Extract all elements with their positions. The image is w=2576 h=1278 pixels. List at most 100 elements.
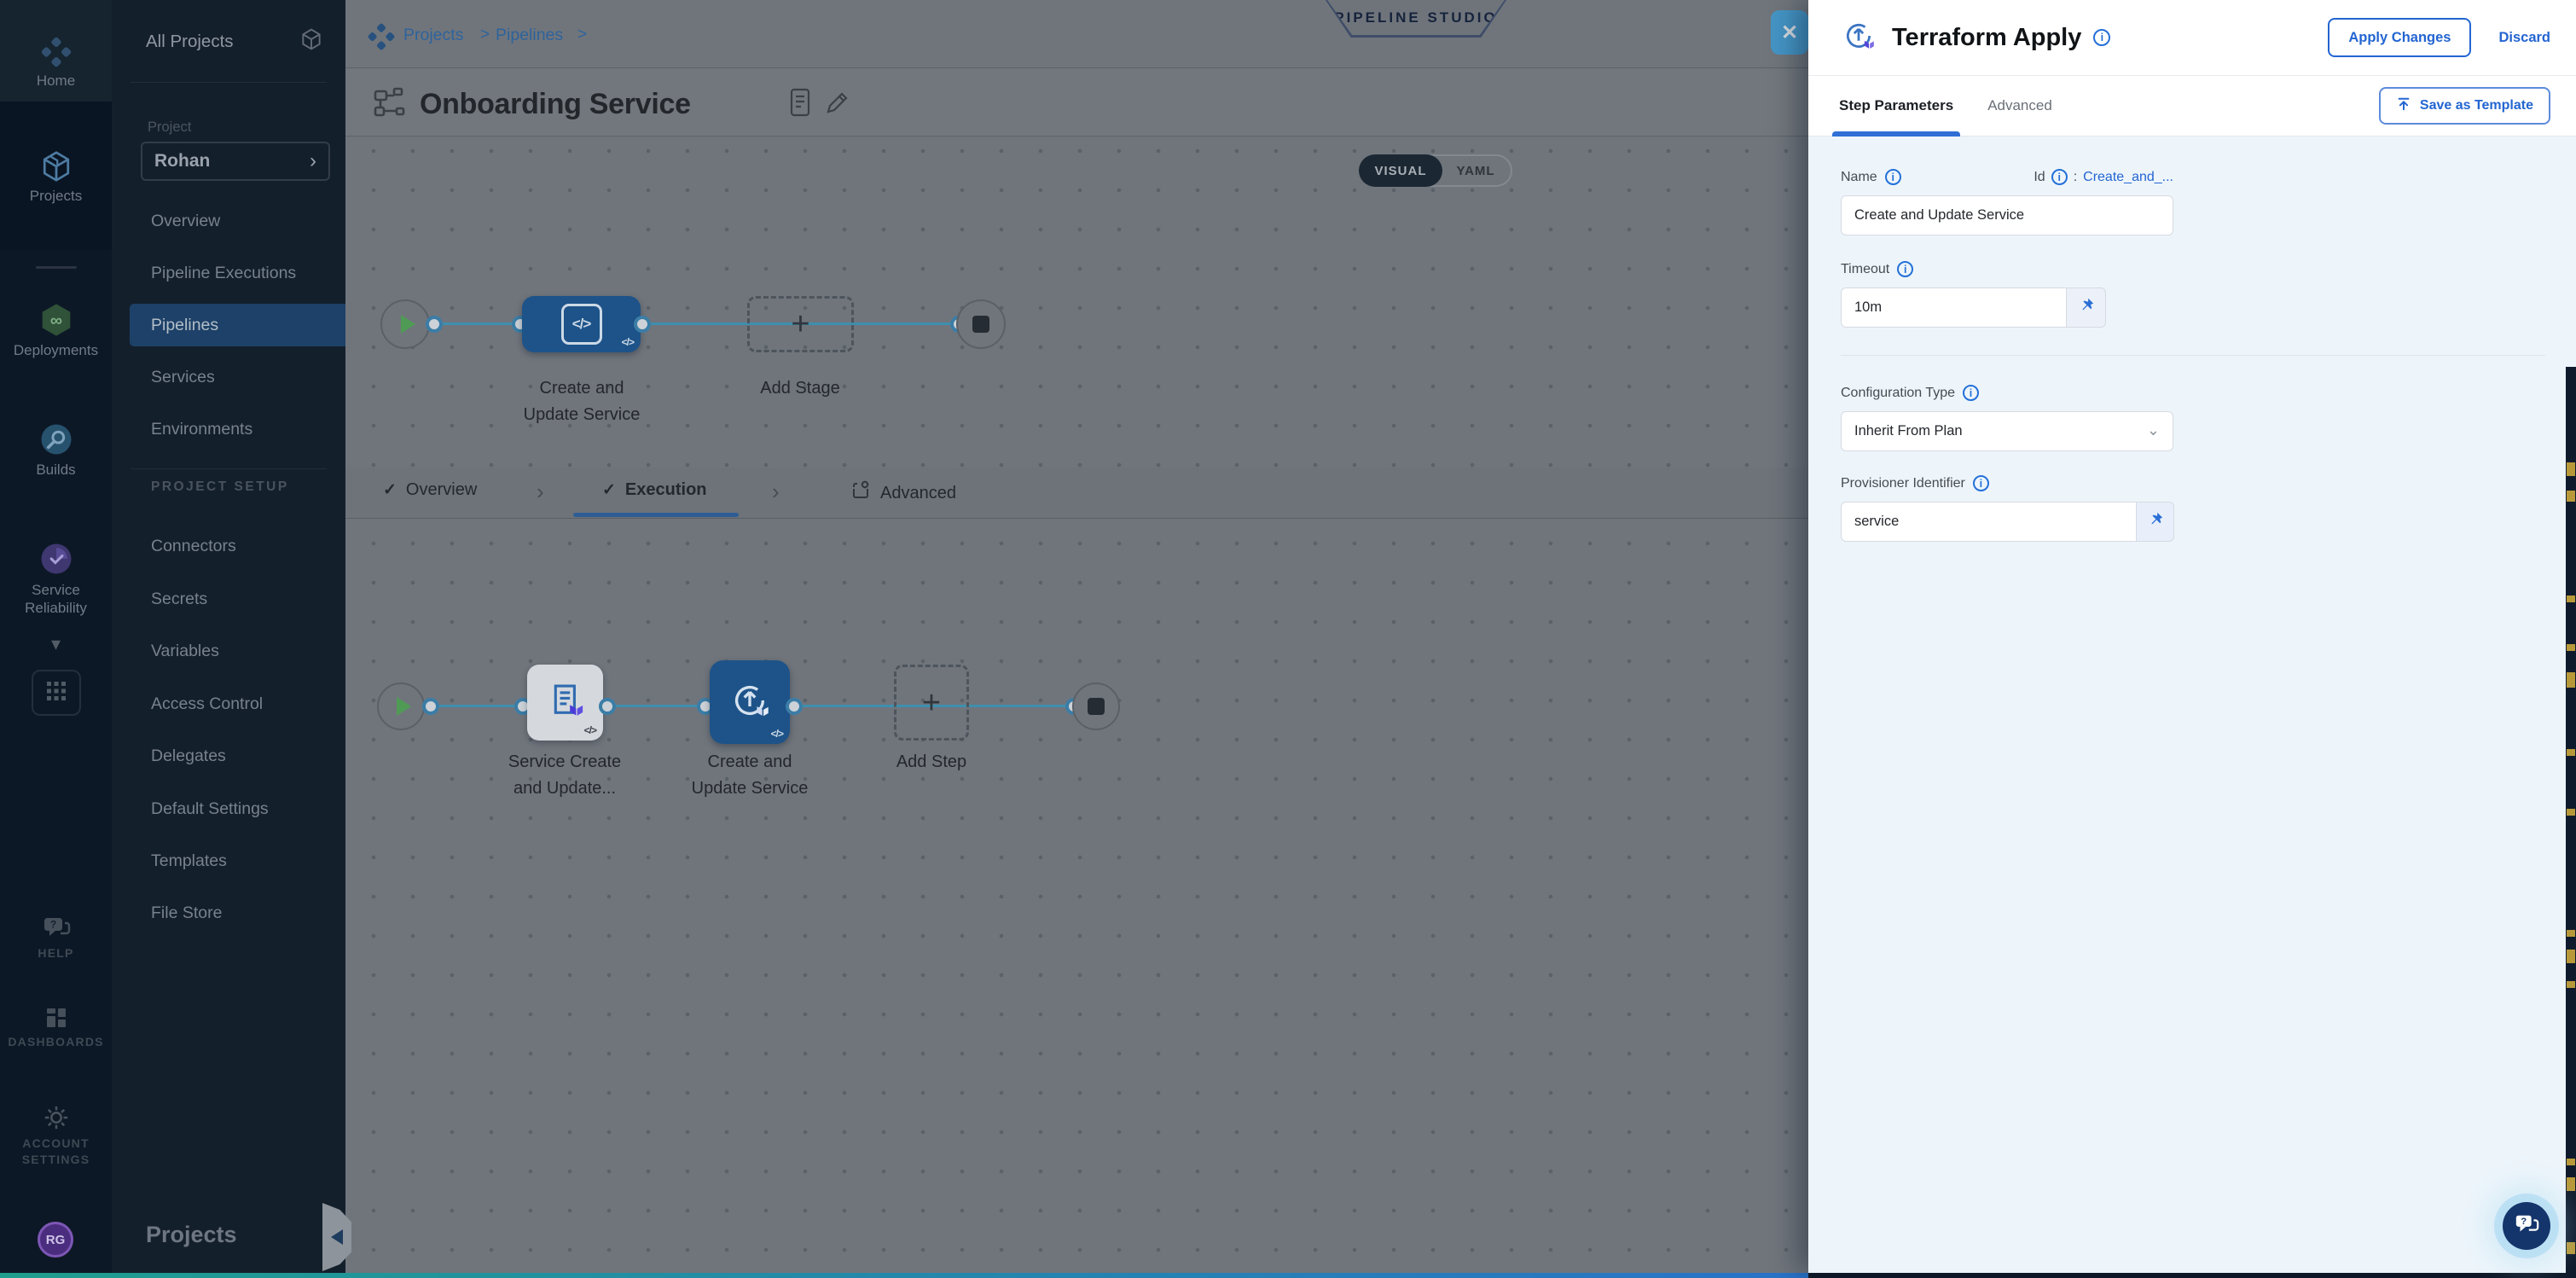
rail-item-help[interactable]: ? HELP [0, 915, 112, 974]
name-input[interactable] [1841, 195, 2173, 235]
stage-start-node [380, 299, 430, 349]
rail-item-service-reliability[interactable]: Service Reliability [0, 537, 112, 623]
info-icon[interactable]: i [1885, 169, 1901, 185]
stage-node-create-and-update-service[interactable]: </> </> [522, 296, 641, 352]
help-chat-fab[interactable]: ? [2503, 1202, 2550, 1250]
module-picker-button[interactable] [32, 670, 81, 716]
notes-icon[interactable] [789, 88, 811, 121]
stage-tab-overview-label: Overview [406, 480, 477, 500]
code-badge-icon: </> [771, 728, 783, 740]
name-label: Name i [1841, 169, 1901, 185]
user-avatar[interactable]: RG [38, 1222, 73, 1258]
connector-ring [426, 316, 443, 333]
runtime-pin-button[interactable] [2067, 288, 2106, 328]
sidebar-item-file-store[interactable]: File Store [151, 903, 222, 923]
project-selector-value: Rohan [154, 151, 210, 171]
chevron-right-icon: › [772, 479, 780, 505]
sidebar-divider [131, 82, 327, 83]
scroll-annotation-strip [2566, 367, 2576, 1278]
pin-icon [2147, 511, 2164, 532]
rail-label-builds: Builds [0, 462, 112, 479]
step-end-node [1072, 683, 1120, 730]
chevron-right-icon: › [537, 479, 544, 505]
sidebar-item-connectors[interactable]: Connectors [151, 537, 236, 556]
tab-advanced[interactable]: Advanced [1987, 76, 2052, 136]
all-projects-cube-icon[interactable] [299, 27, 323, 55]
project-selector[interactable]: Rohan › [141, 142, 330, 181]
title-bar: Onboarding Service VISUAL YAML [345, 69, 1808, 137]
id-value-link[interactable]: Create_and_... [2083, 170, 2173, 185]
sidebar-item-delegates[interactable]: Delegates [151, 746, 226, 766]
tab-step-parameters[interactable]: Step Parameters [1839, 76, 1953, 136]
id-label: Id [2034, 170, 2045, 185]
rail-item-dashboards[interactable]: DASHBOARDS [0, 1005, 112, 1070]
rail-item-account-settings[interactable]: ACCOUNT SETTINGS [0, 1104, 112, 1186]
breadcrumb-pipelines[interactable]: Pipelines [496, 26, 563, 45]
info-icon[interactable]: i [1973, 475, 1989, 491]
info-icon[interactable]: i [2093, 29, 2110, 46]
rail-label-deployments: Deployments [0, 342, 112, 359]
stage-tab-execution[interactable]: ✓ Execution [602, 480, 707, 500]
sidebar-item-services[interactable]: Services [151, 368, 215, 387]
timeout-input[interactable] [1841, 288, 2067, 328]
section-divider [1841, 355, 2545, 356]
toggle-visual[interactable]: VISUAL [1359, 154, 1442, 187]
rail-collapse-chevron[interactable]: ▾ [0, 633, 112, 662]
sidebar-item-pipeline-executions[interactable]: Pipeline Executions [151, 264, 296, 283]
pipeline-canvas: Projects > Pipelines > Onboarding Servic… [345, 0, 1808, 1273]
app-root: Home Projects ∞ Deployments [0, 0, 2576, 1278]
grid-icon [45, 680, 67, 706]
timeout-label: Timeout i [1841, 261, 2544, 277]
rail-label-home: Home [0, 73, 112, 90]
close-drawer-button[interactable]: ✕ [1771, 10, 1808, 55]
active-tab-underline [573, 513, 739, 517]
sidebar-item-pipelines[interactable]: Pipelines [151, 316, 218, 335]
provisioner-identifier-label: Provisioner Identifier i [1841, 475, 2544, 491]
rail-item-deployments[interactable]: ∞ Deployments [0, 299, 112, 370]
provisioner-identifier-input[interactable] [1841, 502, 2137, 542]
add-step-label: Add Step [820, 749, 1043, 776]
edit-pencil-icon[interactable] [823, 90, 850, 121]
play-icon[interactable] [397, 697, 411, 716]
flowchart-icon [371, 84, 407, 125]
configuration-type-select[interactable]: Inherit From Plan ⌄ [1841, 411, 2173, 451]
stage-end-node [956, 299, 1006, 349]
toggle-yaml[interactable]: YAML [1441, 156, 1511, 185]
add-stage-button[interactable]: + [747, 296, 854, 352]
discard-button[interactable]: Discard [2498, 30, 2550, 46]
sidebar-item-environments[interactable]: Environments [151, 420, 252, 439]
all-projects-link[interactable]: All Projects [146, 32, 234, 52]
breadcrumb-separator: > [480, 26, 490, 44]
sidebar-item-variables[interactable]: Variables [151, 642, 219, 661]
connector-ring [634, 316, 651, 333]
stage-tab-overview[interactable]: ✓ Overview [383, 480, 477, 500]
rail-item-projects[interactable]: Projects [0, 102, 112, 250]
runtime-pin-button[interactable] [2137, 502, 2174, 542]
id-row: Id i : Create_and_... [2034, 169, 2173, 185]
check-icon: ✓ [383, 480, 397, 500]
sidebar-footer-title: Projects [146, 1222, 237, 1248]
play-icon[interactable] [401, 315, 415, 334]
stage-tab-advanced[interactable]: Advanced [850, 480, 956, 506]
sidebar-item-templates[interactable]: Templates [151, 851, 227, 871]
sidebar-item-access-control[interactable]: Access Control [151, 694, 263, 714]
sidebar-item-overview[interactable]: Overview [151, 212, 220, 231]
deployments-icon: ∞ [38, 302, 74, 342]
sidebar-item-secrets[interactable]: Secrets [151, 590, 207, 609]
step-node-create-and-update-service-selected[interactable]: </> [710, 660, 790, 744]
info-icon[interactable]: i [1897, 261, 1913, 277]
rail-item-builds[interactable]: Builds [0, 418, 112, 490]
project-sidebar: All Projects Project Rohan › Overview Pi… [112, 0, 345, 1273]
service-reliability-icon [38, 541, 74, 581]
apply-changes-button[interactable]: Apply Changes [2328, 18, 2471, 57]
rail-item-home[interactable]: Home [0, 0, 112, 102]
add-step-button[interactable]: + [894, 665, 969, 741]
stage-tab-advanced-label: Advanced [880, 484, 956, 503]
info-icon[interactable]: i [2051, 169, 2068, 185]
breadcrumb-projects[interactable]: Projects [403, 26, 463, 45]
sidebar-item-default-settings[interactable]: Default Settings [151, 799, 269, 819]
info-icon[interactable]: i [1963, 385, 1979, 401]
avatar-initials: RG [46, 1233, 66, 1247]
save-as-template-button[interactable]: Save as Template [2379, 87, 2550, 125]
step-node-service-create-and-update[interactable]: </> [527, 665, 603, 741]
